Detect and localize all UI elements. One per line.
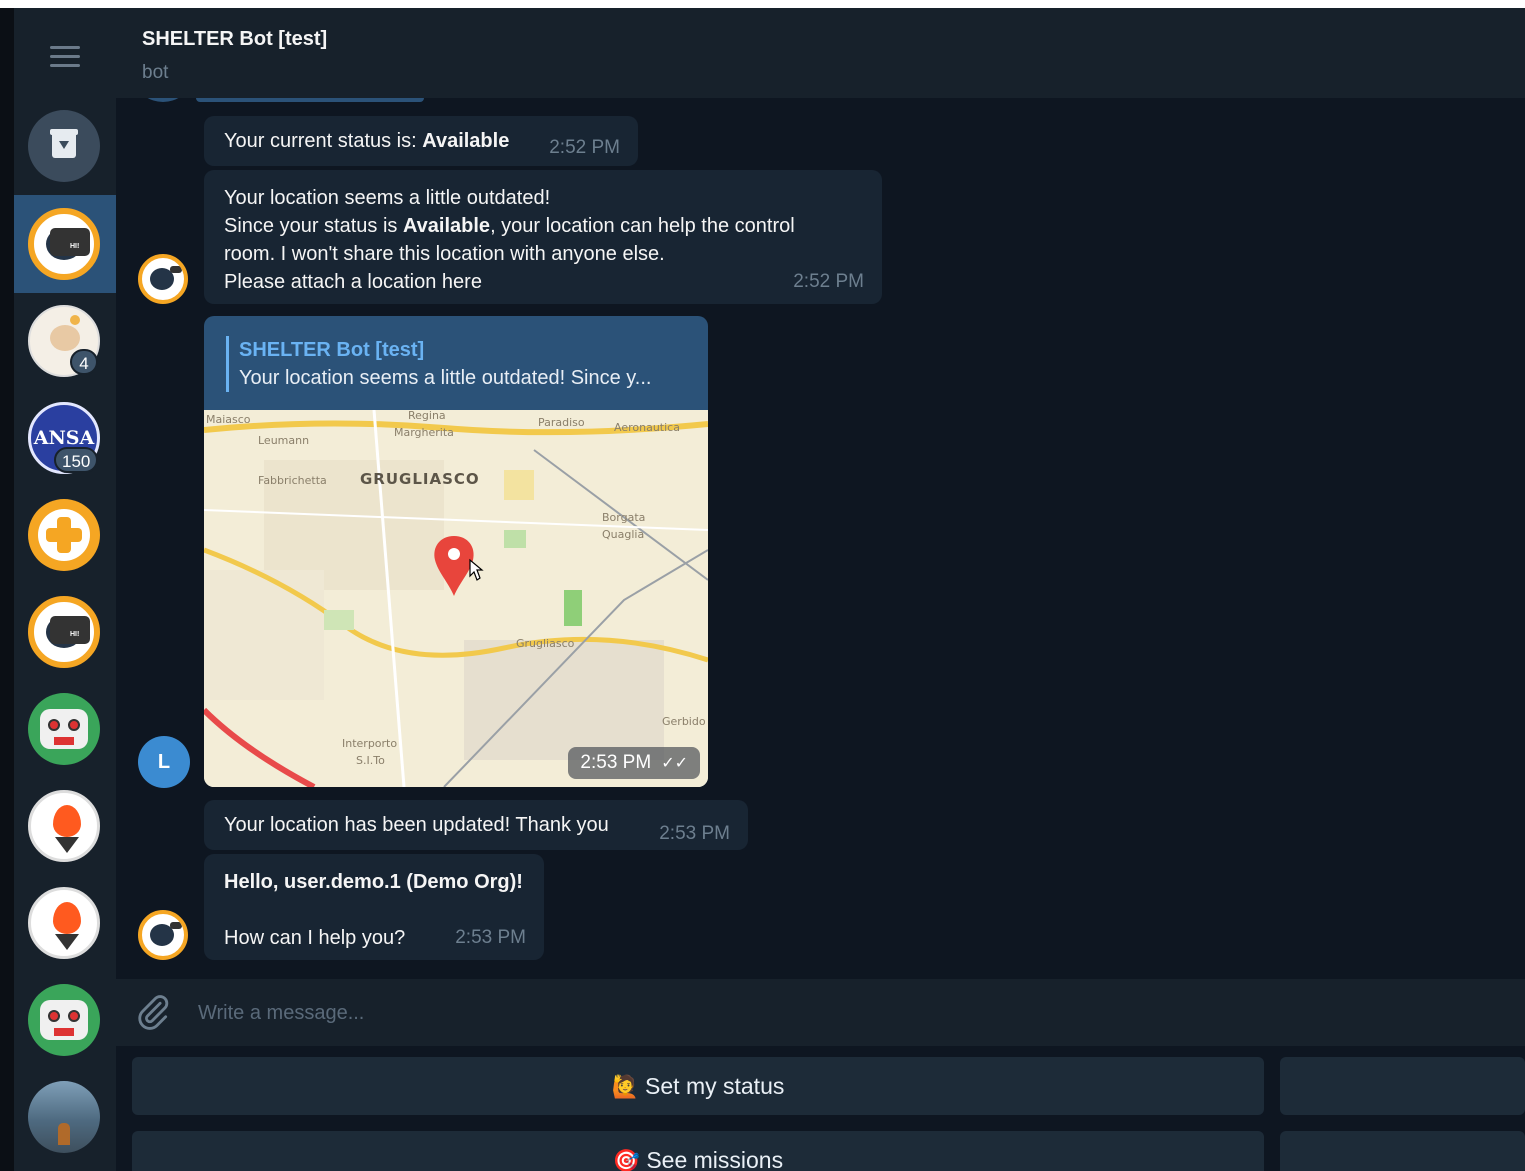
avatar (138, 98, 188, 102)
message-location-outdated[interactable]: Your location seems a little outdated! S… (204, 170, 882, 304)
reply-quote[interactable]: SHELTER Bot [test] Your location seems a… (226, 336, 651, 392)
map-label: Quaglia (602, 528, 644, 541)
target-icon: 🎯 (612, 1148, 641, 1171)
location-map[interactable]: Maiasco Regina Margherita Paradiso Aeron… (204, 410, 708, 787)
avatar-flame-2[interactable] (28, 887, 100, 959)
unread-badge: 4 (70, 349, 98, 375)
map-label: Paradiso (538, 416, 585, 429)
chat-subtitle: bot (142, 62, 169, 83)
map-label: S.I.To (356, 754, 385, 767)
avatar-cross-icon[interactable] (28, 499, 100, 571)
message-time: 2:53 PM (455, 927, 526, 948)
raising-hand-icon: 🙋 (611, 1074, 640, 1099)
map-label: Gerbido (662, 715, 706, 728)
message-status[interactable]: Your current status is: Available 2:52 P… (204, 116, 638, 166)
message-time: 2:53 PM (659, 823, 730, 844)
hamburger-menu-icon[interactable] (50, 46, 80, 68)
map-label: Fabbrichetta (258, 474, 327, 487)
message-location-updated[interactable]: Your location has been updated! Thank yo… (204, 800, 748, 850)
map-label: Grugliasco (516, 637, 575, 650)
map-label: Aeronautica (614, 421, 680, 434)
see-missions-button[interactable]: 🎯 See missions (132, 1131, 1264, 1171)
bot-avatar[interactable] (138, 254, 188, 304)
unread-badge: 150 (54, 447, 99, 473)
map-label: Leumann (258, 434, 309, 447)
previous-message (196, 98, 424, 102)
map-label: Borgata (602, 511, 645, 524)
chat-title: SHELTER Bot [test] (142, 28, 328, 50)
archive-icon[interactable] (28, 110, 100, 182)
chat-sidebar: HI! 4 ANSA 150 HI! (14, 8, 116, 1171)
keyboard-button-right[interactable] (1280, 1057, 1525, 1115)
set-my-status-button[interactable]: 🙋 Set my status (132, 1057, 1264, 1115)
location-message[interactable]: SHELTER Bot [test] Your location seems a… (204, 316, 708, 787)
message-time-overlay: 2:53 PM ✓✓ (568, 747, 700, 779)
message-hello[interactable]: Hello, user.demo.1 (Demo Org)! How can I… (204, 854, 544, 960)
read-check-icon: ✓✓ (661, 755, 688, 772)
avatar-photo[interactable] (28, 1081, 100, 1153)
keyboard-button-right-2[interactable] (1280, 1131, 1525, 1171)
map-label: Interporto (342, 737, 397, 750)
chat-header[interactable]: SHELTER Bot [test] bot (116, 8, 1525, 98)
message-input[interactable] (198, 993, 1498, 1033)
avatar-robot-1[interactable] (28, 693, 100, 765)
left-edge (0, 8, 14, 1171)
map-label: Margherita (394, 426, 454, 439)
bot-avatar[interactable] (138, 910, 188, 960)
message-time: 2:52 PM (793, 271, 864, 292)
message-composer (116, 978, 1525, 1046)
user-avatar[interactable]: L (138, 736, 190, 788)
bot-keyboard: 🙋 Set my status 🎯 See missions (116, 1046, 1525, 1171)
map-label: Regina (408, 410, 446, 422)
attach-paperclip-icon[interactable] (134, 993, 172, 1031)
ansa-logo-text: ANSA (33, 427, 95, 449)
top-strip (0, 0, 1525, 8)
avatar-flame-1[interactable] (28, 790, 100, 862)
avatar-robot-2[interactable] (28, 984, 100, 1056)
map-label: Maiasco (206, 413, 251, 426)
message-time: 2:52 PM (549, 137, 620, 158)
map-graphic: Maiasco Regina Margherita Paradiso Aeron… (204, 410, 708, 787)
map-label-city: GRUGLIASCO (360, 470, 480, 488)
avatar-bot-2[interactable]: HI! (28, 596, 100, 668)
message-list[interactable]: Your current status is: Available 2:52 P… (116, 98, 1525, 978)
avatar-shelter-bot[interactable]: HI! (28, 208, 100, 280)
